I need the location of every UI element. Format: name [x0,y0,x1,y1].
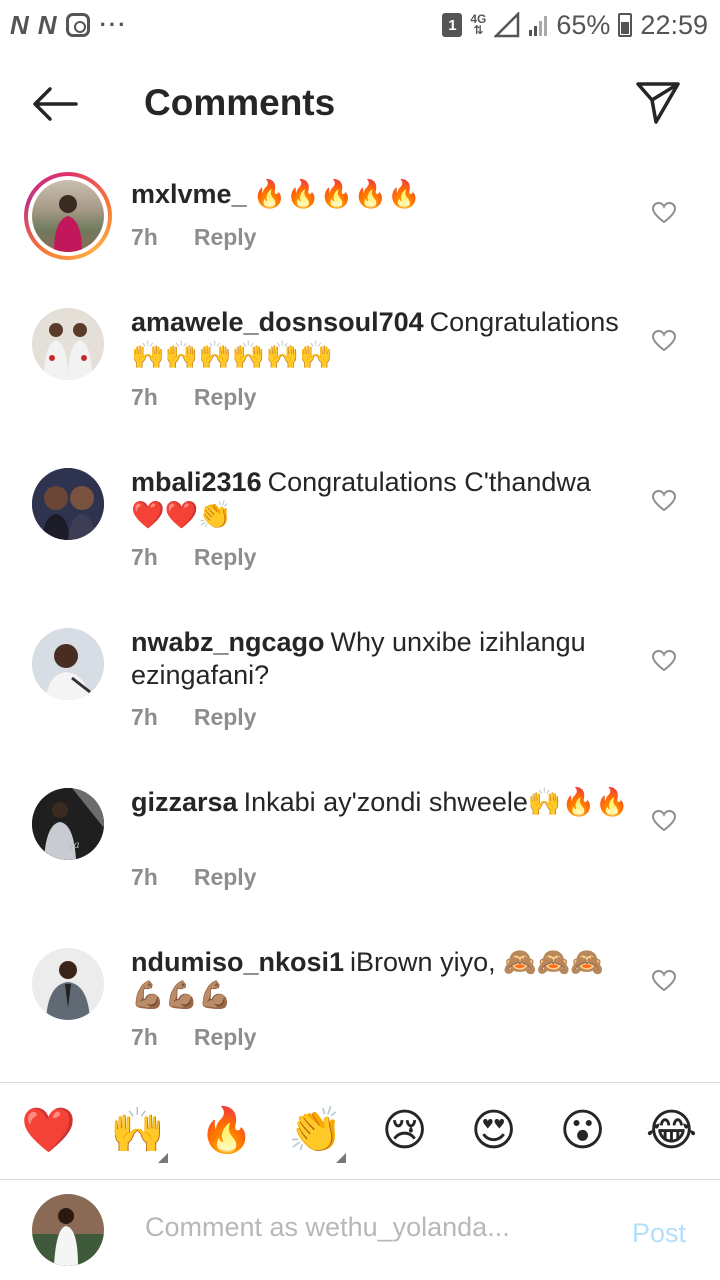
comment-text: ndumiso_nkosi1 iBrown yiyo, 🙈🙈🙈💪🏽💪🏽💪🏽 [131,946,631,1012]
comment-text: mxlvme_ 🔥🔥🔥🔥🔥 [131,178,631,211]
reply-button[interactable]: Reply [194,864,257,890]
comment-body: Inkabi ay'zondi shweele🙌🔥🔥 [243,787,629,817]
avatar[interactable]: ya [32,788,104,860]
instagram-icon [65,13,90,37]
sim-badge: 1 [442,13,463,37]
comment-username[interactable]: nwabz_ngcago [131,627,325,657]
comment-username[interactable]: amawele_dosnsoul704 [131,307,424,337]
comment-username[interactable]: gizzarsa [131,787,238,817]
emoji-laughing[interactable]: 😂 [632,1109,712,1153]
emoji-raising-hands[interactable]: 🙌 [98,1109,178,1163]
battery-icon [618,13,633,37]
signal-bars-icon [529,16,548,36]
emoji-clapping[interactable]: 👏 [276,1109,356,1163]
emoji-fire[interactable]: 🔥 [187,1109,267,1153]
comment-meta: 7h Reply [131,864,256,891]
comment-meta: 7h Reply [131,384,256,411]
post-button[interactable]: Post [632,1218,686,1249]
avatar[interactable] [32,468,104,540]
avatar-story-ring[interactable] [24,172,112,260]
emoji-heart[interactable]: ❤️ [9,1109,89,1153]
comment-body: 🔥🔥🔥🔥🔥 [252,179,421,209]
system-icons: 1 4G ⇅ 65% 22:59 [442,10,708,41]
comment-text: amawele_dosnsoul704 Congratulations 🙌🙌🙌🙌🙌… [131,306,631,372]
network-type-icon: 4G ⇅ [470,12,487,37]
comment-composer: Post [0,1180,720,1280]
reply-button[interactable]: Reply [194,1024,257,1050]
comment-username[interactable]: mbali2316 [131,467,262,497]
avatar [32,180,104,252]
like-heart-icon[interactable] [652,330,676,352]
comment-item: mbali2316 Congratulations C'thandwa ❤️❤️👏… [0,466,720,606]
signal-icon [494,12,520,38]
comment-time: 7h [131,704,158,730]
comment-text: nwabz_ngcago Why unxibe izihlangu ezingaf… [131,626,631,692]
comment-meta: 7h Reply [131,1024,256,1051]
battery-percent: 65% [556,9,611,40]
comment-item: mxlvme_ 🔥🔥🔥🔥🔥 7h Reply [0,170,720,290]
comment-item: ndumiso_nkosi1 iBrown yiyo, 🙈🙈🙈💪🏽💪🏽💪🏽 7h R… [0,946,720,1076]
comment-username[interactable]: ndumiso_nkosi1 [131,947,344,977]
comment-item: amawele_dosnsoul704 Congratulations 🙌🙌🙌🙌🙌… [0,306,720,446]
app-n-icon: N [10,9,29,40]
comment-item: nwabz_ngcago Why unxibe izihlangu ezingaf… [0,626,720,766]
comment-meta: 7h Reply [131,224,256,251]
like-heart-icon[interactable] [652,202,676,224]
avatar[interactable] [32,628,104,700]
emoji-crying[interactable]: 😢 [365,1109,445,1153]
comment-time: 7h [131,384,158,410]
like-heart-icon[interactable] [652,650,676,672]
direct-share-icon[interactable] [634,78,682,126]
app-n-icon: N [37,9,57,40]
header: Comments [0,50,720,160]
like-heart-icon[interactable] [652,810,676,832]
comment-text: gizzarsa Inkabi ay'zondi shweele🙌🔥🔥 [131,786,631,819]
avatar[interactable] [32,948,104,1020]
svg-text:ya: ya [67,840,80,851]
comment-time: 7h [131,224,158,250]
status-bar: N N ··· 1 4G ⇅ 65% 22:59 [0,0,720,50]
like-heart-icon[interactable] [652,970,676,992]
comment-item: ya gizzarsa Inkabi ay'zondi shweele🙌🔥🔥 7h… [0,786,720,926]
skin-tone-indicator-icon [157,1153,168,1163]
comment-time: 7h [131,544,158,570]
emoji-surprised[interactable]: 😮 [543,1109,623,1153]
more-notifications-icon: ··· [99,12,128,37]
clock: 22:59 [640,9,708,40]
emoji-quick-bar: ❤️ 🙌 🔥 👏 😢 😍 😮 😂 [0,1083,720,1179]
like-heart-icon[interactable] [652,490,676,512]
comment-username[interactable]: mxlvme_ [131,179,247,209]
emoji-heart-eyes[interactable]: 😍 [454,1109,534,1153]
comment-meta: 7h Reply [131,544,256,571]
comment-time: 7h [131,1024,158,1050]
comment-time: 7h [131,864,158,890]
reply-button[interactable]: Reply [194,544,257,570]
comment-input[interactable] [145,1212,615,1243]
reply-button[interactable]: Reply [194,384,257,410]
skin-tone-indicator-icon [335,1153,346,1163]
reply-button[interactable]: Reply [194,704,257,730]
comment-meta: 7h Reply [131,704,256,731]
back-arrow-icon[interactable] [30,84,80,124]
reply-button[interactable]: Reply [194,224,257,250]
avatar[interactable] [32,308,104,380]
comment-text: mbali2316 Congratulations C'thandwa ❤️❤️👏 [131,466,631,532]
avatar [32,1194,104,1266]
page-title: Comments [144,82,336,123]
notification-icons: N N ··· [10,10,128,41]
